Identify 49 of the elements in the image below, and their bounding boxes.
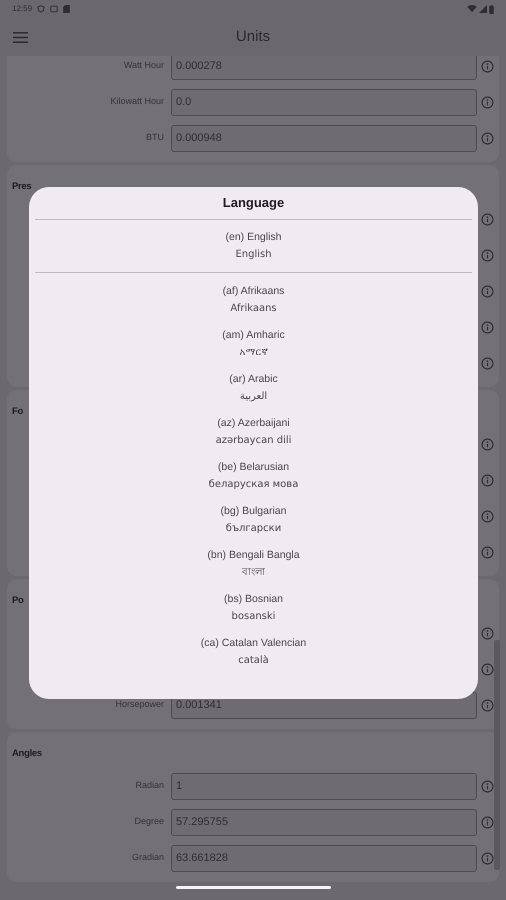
shield-icon xyxy=(37,5,46,13)
scrollbar-thumb[interactable] xyxy=(494,640,500,870)
language-option[interactable]: (az) Azerbaijani azərbaycan dili xyxy=(29,410,478,454)
info-icon[interactable] xyxy=(480,96,494,108)
section-heading: Pres xyxy=(12,180,32,194)
app-title: Units xyxy=(236,26,270,47)
info-icon[interactable] xyxy=(480,816,494,828)
unit-label: Kilowatt Hour xyxy=(110,95,164,108)
info-icon[interactable] xyxy=(480,60,494,72)
info-icon[interactable] xyxy=(480,474,494,486)
unit-label: BTU xyxy=(146,131,164,144)
status-time: 12:59 xyxy=(12,3,32,15)
info-icon[interactable] xyxy=(480,320,494,334)
info-icon[interactable] xyxy=(480,698,494,712)
sd-card-icon xyxy=(63,5,70,13)
unit-label: Degree xyxy=(134,815,164,828)
info-icon[interactable] xyxy=(480,662,494,676)
unit-label: Horsepower xyxy=(115,698,164,712)
signal-icon xyxy=(479,5,487,13)
language-option[interactable]: (bn) Bengali Bangla বাংলা xyxy=(29,542,478,586)
info-icon[interactable] xyxy=(480,626,494,640)
language-option[interactable]: (en) English English xyxy=(29,224,478,268)
section-heading: Fo xyxy=(12,404,24,419)
unit-label: Gradian xyxy=(132,851,164,864)
unit-label: Radian xyxy=(135,779,164,792)
info-icon[interactable] xyxy=(480,780,494,792)
language-option[interactable]: (am) Amharic አማርኛ xyxy=(29,322,478,366)
language-option[interactable]: (ca) Catalan Valencian català xyxy=(29,630,478,674)
language-option[interactable]: (bg) Bulgarian български xyxy=(29,498,478,542)
info-icon[interactable] xyxy=(480,356,494,370)
square-icon xyxy=(50,5,58,13)
info-icon[interactable] xyxy=(480,438,494,450)
battery-icon xyxy=(489,4,494,14)
menu-icon[interactable] xyxy=(13,32,28,42)
language-option[interactable]: (bs) Bosnian bosanski xyxy=(29,586,478,630)
info-icon[interactable] xyxy=(480,546,494,558)
section-heading: Po xyxy=(12,594,24,608)
language-option[interactable]: (af) Afrikaans Afrikaans xyxy=(29,278,478,322)
info-icon[interactable] xyxy=(480,248,494,262)
info-icon[interactable] xyxy=(480,132,494,144)
info-icon[interactable] xyxy=(480,852,494,864)
language-option[interactable]: (be) Belarusian беларуская мова xyxy=(29,454,478,498)
info-icon[interactable] xyxy=(480,284,494,298)
dialog-title: Language xyxy=(222,194,284,212)
unit-label: Watt Hour xyxy=(124,59,164,72)
info-icon[interactable] xyxy=(480,510,494,522)
section-heading: Angles xyxy=(12,746,42,761)
info-icon[interactable] xyxy=(480,212,494,226)
wifi-icon xyxy=(467,5,477,13)
